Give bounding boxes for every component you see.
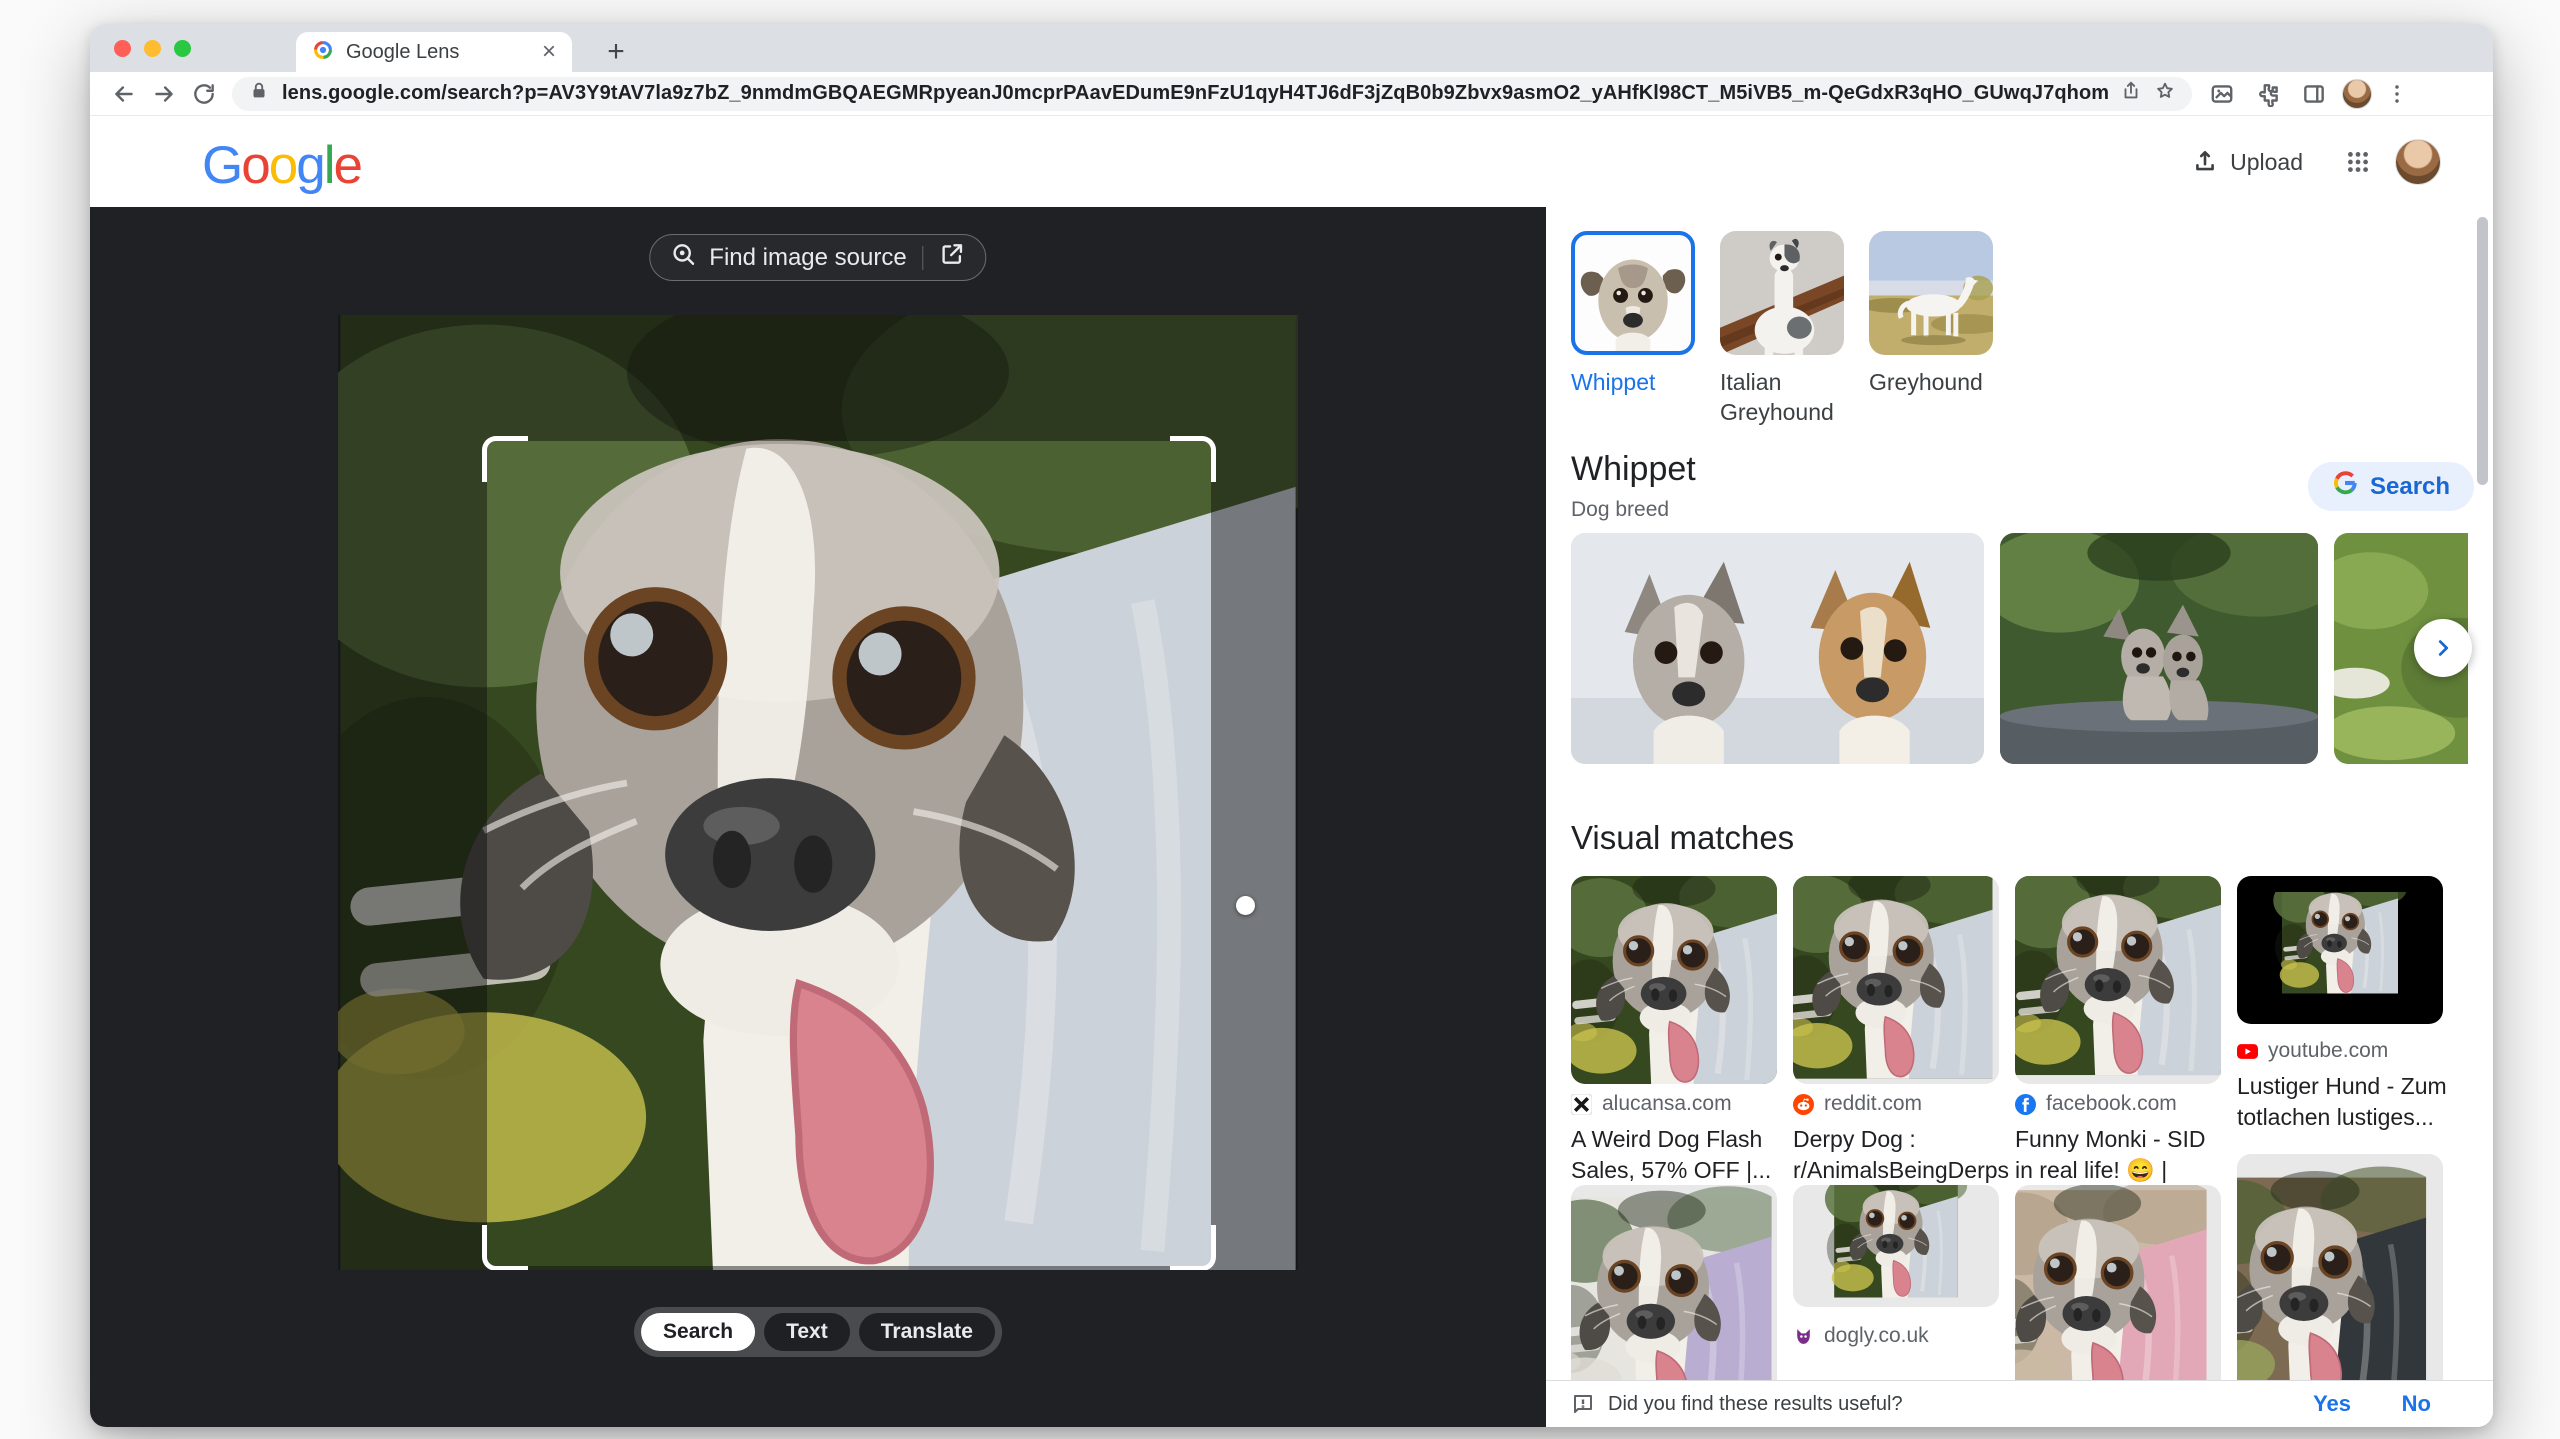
breed-photo-2[interactable] bbox=[2000, 533, 2318, 764]
subject-subtitle: Dog breed bbox=[1571, 498, 1669, 522]
tab-title: Google Lens bbox=[346, 41, 530, 64]
find-image-source-label: Find image source bbox=[709, 244, 906, 272]
chip-greyhound-label: Greyhound bbox=[1869, 367, 1993, 397]
tab-google-lens[interactable]: Google Lens × bbox=[296, 32, 572, 72]
crop-corner-top-left[interactable] bbox=[482, 436, 528, 482]
chip-whippet-label: Whippet bbox=[1571, 367, 1695, 397]
upload-button[interactable]: Upload bbox=[2192, 139, 2303, 185]
toolbar-icons bbox=[2204, 74, 2420, 114]
find-image-source-button[interactable]: Find image source bbox=[649, 234, 986, 281]
crop-selection[interactable] bbox=[487, 441, 1211, 1266]
minimize-window-button[interactable] bbox=[144, 40, 161, 57]
traffic-lights bbox=[114, 40, 191, 57]
crop-corner-bottom-left[interactable] bbox=[482, 1225, 528, 1270]
new-tab-button[interactable]: + bbox=[596, 32, 636, 72]
carousel-next-button[interactable] bbox=[2414, 619, 2472, 677]
google-search-button[interactable]: Search bbox=[2308, 462, 2474, 511]
feedback-comment-icon bbox=[1571, 1392, 1595, 1416]
crop-corner-bottom-right[interactable] bbox=[1170, 1225, 1216, 1270]
breed-photo-carousel bbox=[1571, 533, 2468, 764]
reddit-icon bbox=[1793, 1094, 1814, 1115]
visual-matches-title: Visual matches bbox=[1571, 819, 1794, 857]
url-bar[interactable]: lens.google.com/search?p=AV3Y9tAV7la9z7b… bbox=[232, 77, 2192, 111]
google-search-label: Search bbox=[2370, 473, 2450, 501]
match-2-source[interactable]: reddit.com bbox=[1793, 1092, 2003, 1116]
browser-window: Google Lens × + lens.google.com/search?p… bbox=[90, 24, 2493, 1427]
chevron-right-icon bbox=[2432, 637, 2454, 659]
share-icon[interactable] bbox=[2120, 80, 2142, 107]
crop-side-handle[interactable] bbox=[1236, 896, 1255, 915]
match-1-image[interactable] bbox=[1571, 876, 1777, 1084]
browser-toolbar: lens.google.com/search?p=AV3Y9tAV7la9z7b… bbox=[90, 72, 2493, 116]
browser-menu-kebab-icon[interactable] bbox=[2382, 74, 2412, 114]
chip-italian-greyhound[interactable]: Italian Greyhound bbox=[1720, 231, 1844, 427]
breed-photo-1[interactable] bbox=[1571, 533, 1984, 764]
match-2-title[interactable]: Derpy Dog : r/AnimalsBeingDerps bbox=[1793, 1124, 2005, 1186]
browser-profile-avatar[interactable] bbox=[2342, 79, 2372, 109]
back-icon[interactable] bbox=[104, 74, 144, 114]
forward-icon[interactable] bbox=[144, 74, 184, 114]
lens-mode-switcher: Search Text Translate bbox=[634, 1307, 1002, 1357]
upload-label: Upload bbox=[2230, 149, 2303, 176]
url-text: lens.google.com/search?p=AV3Y9tAV7la9z7b… bbox=[282, 82, 2108, 105]
google-logo[interactable]: Google bbox=[202, 135, 361, 196]
query-image[interactable] bbox=[338, 315, 1298, 1270]
youtube-icon bbox=[2237, 1041, 2258, 1062]
lens-search-icon bbox=[670, 241, 696, 274]
lens-image-pane: Find image source bbox=[90, 207, 1546, 1427]
feedback-question: Did you find these results useful? bbox=[1608, 1393, 1903, 1416]
match-4-video-thumbnail[interactable] bbox=[2237, 876, 2443, 1024]
reload-icon[interactable] bbox=[184, 74, 224, 114]
extensions-puzzle-icon[interactable] bbox=[2250, 74, 2286, 114]
feedback-bar: Did you find these results useful? Yes N… bbox=[1546, 1380, 2493, 1427]
mode-translate-button[interactable]: Translate bbox=[859, 1313, 995, 1351]
side-panel-icon[interactable] bbox=[2296, 74, 2332, 114]
media-icon[interactable] bbox=[2204, 74, 2240, 114]
feedback-yes-button[interactable]: Yes bbox=[2313, 1391, 2351, 1417]
chip-italian-greyhound-label: Italian Greyhound bbox=[1720, 367, 1844, 427]
match-4-title[interactable]: Lustiger Hund - Zum totlachen lustiges..… bbox=[2237, 1071, 2449, 1133]
alucansa-icon bbox=[1571, 1094, 1592, 1115]
zoom-window-button[interactable] bbox=[174, 40, 191, 57]
facebook-icon bbox=[2015, 1094, 2036, 1115]
match-4-source[interactable]: youtube.com bbox=[2237, 1039, 2447, 1063]
lock-icon bbox=[248, 80, 270, 107]
feedback-no-button[interactable]: No bbox=[2402, 1391, 2431, 1417]
close-window-button[interactable] bbox=[114, 40, 131, 57]
lens-favicon-icon bbox=[312, 39, 334, 66]
mode-text-button[interactable]: Text bbox=[764, 1313, 850, 1351]
upload-icon bbox=[2192, 149, 2218, 175]
results-scrollbar[interactable] bbox=[2477, 217, 2488, 485]
dogly-icon bbox=[1793, 1326, 1814, 1347]
match-3-source[interactable]: facebook.com bbox=[2015, 1092, 2225, 1116]
open-in-new-icon[interactable] bbox=[940, 241, 966, 274]
chip-greyhound-image bbox=[1869, 231, 1993, 355]
chip-whippet-image bbox=[1571, 231, 1695, 355]
results-pane: Whippet bbox=[1546, 207, 2493, 1427]
match-1-title[interactable]: A Weird Dog Flash Sales, 57% OFF |... bbox=[1571, 1124, 1783, 1186]
breed-chips: Whippet bbox=[1571, 231, 1993, 427]
tab-strip: Google Lens × + bbox=[90, 24, 2493, 72]
google-header: Google Upload bbox=[90, 117, 2493, 207]
divider bbox=[923, 246, 924, 270]
tab-close-icon[interactable]: × bbox=[542, 40, 556, 64]
crop-corner-top-right[interactable] bbox=[1170, 436, 1216, 482]
chip-italian-greyhound-image bbox=[1720, 231, 1844, 355]
google-g-icon bbox=[2332, 470, 2358, 503]
match-2-image[interactable] bbox=[1793, 876, 1999, 1084]
match-6-source[interactable]: dogly.co.uk bbox=[1793, 1324, 2003, 1348]
match-1-source[interactable]: alucansa.com bbox=[1571, 1092, 1781, 1116]
subject-title: Whippet bbox=[1571, 450, 1696, 489]
google-apps-grid-icon[interactable] bbox=[2339, 143, 2377, 181]
account-avatar[interactable] bbox=[2395, 139, 2441, 185]
chip-greyhound[interactable]: Greyhound bbox=[1869, 231, 1993, 427]
bookmark-star-icon[interactable] bbox=[2154, 80, 2176, 107]
chip-whippet[interactable]: Whippet bbox=[1571, 231, 1695, 427]
match-6-image[interactable] bbox=[1793, 1185, 1999, 1307]
mode-search-button[interactable]: Search bbox=[641, 1313, 755, 1351]
match-3-image[interactable] bbox=[2015, 876, 2221, 1084]
